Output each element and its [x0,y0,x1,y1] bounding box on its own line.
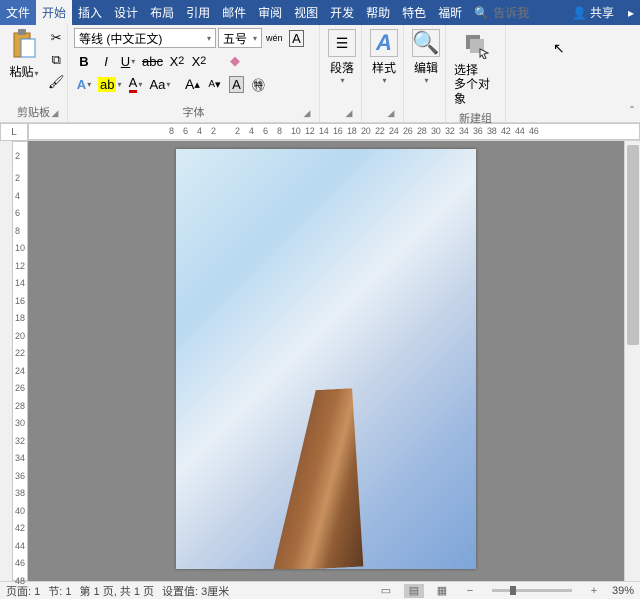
editing-group: 🔍 编辑▾ [404,25,446,122]
enclosed-char-button[interactable]: ㊕ [248,74,268,94]
edit-button[interactable]: 🔍 编辑▾ [408,27,444,87]
page-icon: ▤ [409,584,419,597]
menu-tab-6[interactable]: 邮件 [216,0,252,25]
change-case-button[interactable]: Aa▾ [147,74,172,94]
tell-me-search[interactable]: 🔍 [468,0,564,25]
font-group-label: 字体 [183,107,205,119]
highlight-button[interactable]: ab▾ [96,74,123,94]
select-objects-group: 选择多个对象 新建组 [446,25,506,122]
text-effects-button[interactable]: A▾ [74,74,94,94]
paste-label: 粘贴 [9,65,33,79]
cut-icon: ✂ [51,30,62,46]
zoom-level[interactable]: 39% [612,585,634,597]
italic-button[interactable]: I [96,51,116,71]
search-icon: 🔍 [474,6,489,20]
status-bar: 页面: 1 节: 1 第 1 页, 共 1 页 设置值: 3厘米 ▭ ▤ ▦ −… [0,581,640,599]
font-color-button[interactable]: A▾ [125,74,145,94]
strikethrough-button[interactable]: abc [140,51,165,71]
document-canvas[interactable] [28,141,624,581]
char-shading-button[interactable]: A [226,74,246,94]
font-name-combo[interactable]: 等线 (中文正文)▾ [74,28,216,48]
styles-icon: A [370,29,398,57]
web-icon: ▦ [437,584,447,597]
paste-button[interactable]: 粘贴▾ [4,27,44,82]
user-icon: 👤 [572,6,587,20]
select-multiple-button[interactable]: 选择多个对象 [450,27,501,108]
ribbon-more[interactable]: ▸ [622,0,640,25]
grow-font-button[interactable]: A▴ [182,74,202,94]
clear-formatting-button[interactable]: ◆ [225,51,245,71]
paragraph-button[interactable]: ☰ 段落▾ [324,27,360,87]
menu-tab-1[interactable]: 开始 [36,0,72,25]
styles-button[interactable]: A 样式▾ [366,27,402,87]
search-input[interactable] [493,6,543,20]
bold-button[interactable]: B [74,51,94,71]
zoom-in-button[interactable]: + [584,584,604,598]
font-size-combo[interactable]: 五号▾ [218,28,262,48]
scrollbar-thumb[interactable] [627,145,639,345]
phonetic-guide-button[interactable]: wén [264,28,285,48]
menu-tab-7[interactable]: 审阅 [252,0,288,25]
menu-tab-9[interactable]: 开发 [324,0,360,25]
menu-tab-4[interactable]: 布局 [144,0,180,25]
menu-tab-5[interactable]: 引用 [180,0,216,25]
menu-tab-0[interactable]: 文件 [0,0,36,25]
read-mode-button[interactable]: ▭ [376,584,396,598]
format-painter-button[interactable]: 🖌 [46,72,67,92]
menu-tab-8[interactable]: 视图 [288,0,324,25]
clipboard-group: 粘贴▾ ✂ ⧉ 🖌 剪贴板◢ [0,25,68,122]
subscript-button[interactable]: X2 [167,51,187,71]
collapse-ribbon-button[interactable]: ˆ [630,104,634,118]
book-icon: ▭ [381,584,391,597]
horizontal-ruler[interactable]: 8642246810121416182022242628303234363842… [28,123,640,140]
underline-button[interactable]: U▾ [118,51,138,71]
menu-tab-12[interactable]: 福昕 [432,0,468,25]
shrink-font-button[interactable]: A▾ [204,74,224,94]
menu-tab-10[interactable]: 帮助 [360,0,396,25]
status-pages[interactable]: 第 1 页, 共 1 页 [79,583,154,599]
char-border-button[interactable]: A [287,28,307,48]
vertical-ruler[interactable]: 2246810121416182022242628303234363840424… [12,141,28,581]
menu-tab-3[interactable]: 设计 [108,0,144,25]
vertical-scrollbar[interactable] [624,141,640,581]
superscript-button[interactable]: X2 [189,51,209,71]
copy-icon: ⧉ [52,52,61,68]
paragraph-icon: ☰ [328,29,356,57]
clipboard-group-label: 剪贴板 [17,107,50,119]
page-background-image [273,387,379,569]
zoom-out-button[interactable]: − [460,584,480,598]
share-button[interactable]: 👤 共享 [564,0,622,25]
cursor-select-icon [460,29,492,61]
eraser-icon: ◆ [230,53,240,69]
paragraph-group: ☰ 段落▾ ◢ [320,25,362,122]
copy-button[interactable]: ⧉ [46,50,67,70]
brush-icon: 🖌 [48,74,65,90]
paste-icon [8,29,40,61]
cut-button[interactable]: ✂ [46,28,67,48]
workspace: 2246810121416182022242628303234363840424… [0,141,640,581]
status-setting[interactable]: 设置值: 3厘米 [162,583,229,599]
print-layout-button[interactable]: ▤ [404,584,424,598]
clipboard-launcher[interactable]: ◢ [49,108,61,120]
share-label: 共享 [590,4,614,21]
zoom-slider-thumb[interactable] [510,586,516,595]
menu-tab-11[interactable]: 特色 [396,0,432,25]
find-icon: 🔍 [412,29,440,57]
document-page[interactable] [176,149,476,569]
para-launcher[interactable]: ◢ [343,108,355,120]
horizontal-ruler-area: L 86422468101214161820222426283032343638… [0,123,640,141]
styles-launcher[interactable]: ◢ [385,108,397,120]
status-section[interactable]: 节: 1 [48,583,71,599]
ribbon: 粘贴▾ ✂ ⧉ 🖌 剪贴板◢ 等线 (中文正文)▾ 五号▾ wén A B I … [0,25,640,123]
menu-tab-2[interactable]: 插入 [72,0,108,25]
font-launcher[interactable]: ◢ [301,108,313,120]
web-layout-button[interactable]: ▦ [432,584,452,598]
styles-group: A 样式▾ ◢ [362,25,404,122]
menu-bar: 文件开始插入设计布局引用邮件审阅视图开发帮助特色福昕 🔍 👤 共享 ▸ [0,0,640,25]
font-group: 等线 (中文正文)▾ 五号▾ wén A B I U▾ abc X2 X2 ◆ … [68,25,320,122]
ruler-corner[interactable]: L [0,123,28,141]
zoom-slider[interactable] [492,589,572,592]
